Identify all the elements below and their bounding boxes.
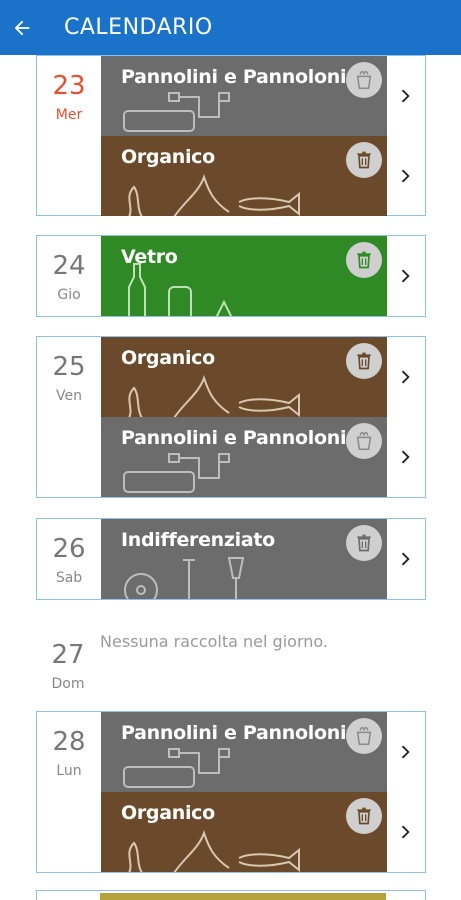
organic-waste-icon bbox=[128, 829, 300, 872]
diaper-icon bbox=[123, 92, 230, 132]
chevron-right-icon[interactable] bbox=[395, 822, 415, 842]
trash-icon bbox=[346, 142, 382, 178]
collection-item-pannolini[interactable]: Pannolini e Pannoloni bbox=[101, 417, 387, 497]
chevron-right-icon[interactable] bbox=[395, 86, 415, 106]
day-name: Ven bbox=[56, 388, 82, 404]
chevron-right-icon[interactable] bbox=[395, 166, 415, 186]
chevron-right-icon[interactable] bbox=[395, 549, 415, 569]
collection-item-organico[interactable]: Organico bbox=[101, 792, 387, 872]
collection-label: Pannolini e Pannoloni bbox=[121, 427, 347, 449]
bag-icon bbox=[346, 718, 382, 754]
day-number: 23 bbox=[52, 71, 86, 101]
date-column: 26 Sab bbox=[37, 519, 101, 586]
day-card-23: 23 Mer Pannolini e Pannoloni Organico bbox=[36, 55, 426, 216]
calendar-list[interactable]: 23 Mer Pannolini e Pannoloni Organico 24… bbox=[0, 55, 461, 900]
day-name: Gio bbox=[57, 287, 81, 303]
no-collection-text: Nessuna raccolta nel giorno. bbox=[100, 632, 328, 651]
collection-item-pannolini[interactable]: Pannolini e Pannoloni bbox=[101, 56, 387, 136]
collection-label: Pannolini e Pannoloni bbox=[121, 722, 347, 744]
diaper-icon bbox=[123, 748, 230, 788]
day-card-24: 24 Gio Vetro bbox=[36, 235, 426, 317]
day-name: Dom bbox=[51, 676, 85, 692]
page-title: CALENDARIO bbox=[64, 15, 213, 40]
collection-item-vetro[interactable]: Vetro bbox=[101, 236, 387, 316]
day-number: 25 bbox=[52, 352, 86, 382]
trash-icon bbox=[346, 242, 382, 278]
mixed-waste-icon bbox=[124, 557, 245, 599]
trash-icon bbox=[346, 798, 382, 834]
collection-label: Organico bbox=[121, 802, 215, 824]
collection-label: Organico bbox=[121, 347, 215, 369]
diaper-icon bbox=[123, 453, 230, 493]
day-name: Lun bbox=[56, 763, 82, 779]
day-card-27: 27 Dom Nessuna raccolta nel giorno. bbox=[36, 625, 426, 705]
chevron-right-icon[interactable] bbox=[395, 742, 415, 762]
organic-waste-icon bbox=[128, 173, 300, 216]
date-column: 23 Mer bbox=[37, 56, 101, 123]
chevron-right-icon[interactable] bbox=[395, 367, 415, 387]
collection-item-organico[interactable]: Organico bbox=[101, 136, 387, 216]
day-number: 28 bbox=[52, 727, 86, 757]
date-column: 28 Lun bbox=[37, 712, 101, 779]
day-number: 26 bbox=[52, 534, 86, 564]
app-bar: CALENDARIO bbox=[0, 0, 461, 55]
collection-label: Organico bbox=[121, 146, 215, 168]
back-button[interactable] bbox=[0, 0, 44, 55]
trash-icon bbox=[346, 525, 382, 561]
day-number: 27 bbox=[51, 640, 85, 670]
day-card-25: 25 Ven Organico Pannolini e Pannoloni bbox=[36, 336, 426, 498]
trash-icon bbox=[346, 343, 382, 379]
collection-item-organico[interactable]: Organico bbox=[101, 337, 387, 417]
organic-waste-icon bbox=[128, 374, 300, 417]
day-name: Sab bbox=[55, 570, 83, 586]
date-column: 27 Dom bbox=[36, 625, 100, 692]
bag-icon bbox=[346, 62, 382, 98]
collection-label: Pannolini e Pannoloni bbox=[121, 66, 347, 88]
next-collection-strip bbox=[100, 893, 386, 900]
collection-label: Indifferenziato bbox=[121, 529, 275, 551]
day-name: Mer bbox=[55, 107, 83, 123]
date-column: 24 Gio bbox=[37, 236, 101, 303]
arrow-left-icon bbox=[14, 20, 30, 35]
collection-item-pannolini[interactable]: Pannolini e Pannoloni bbox=[101, 712, 387, 792]
chevron-right-icon[interactable] bbox=[395, 266, 415, 286]
day-card-26: 26 Sab Indifferenziato bbox=[36, 518, 426, 600]
glass-bottle-icon bbox=[128, 263, 233, 316]
date-column: 25 Ven bbox=[37, 337, 101, 404]
chevron-right-icon[interactable] bbox=[395, 447, 415, 467]
day-number: 24 bbox=[52, 251, 86, 281]
collection-item-indifferenziato[interactable]: Indifferenziato bbox=[101, 519, 387, 599]
bag-icon bbox=[346, 423, 382, 459]
day-card-28: 28 Lun Pannolini e Pannoloni Organico bbox=[36, 711, 426, 873]
